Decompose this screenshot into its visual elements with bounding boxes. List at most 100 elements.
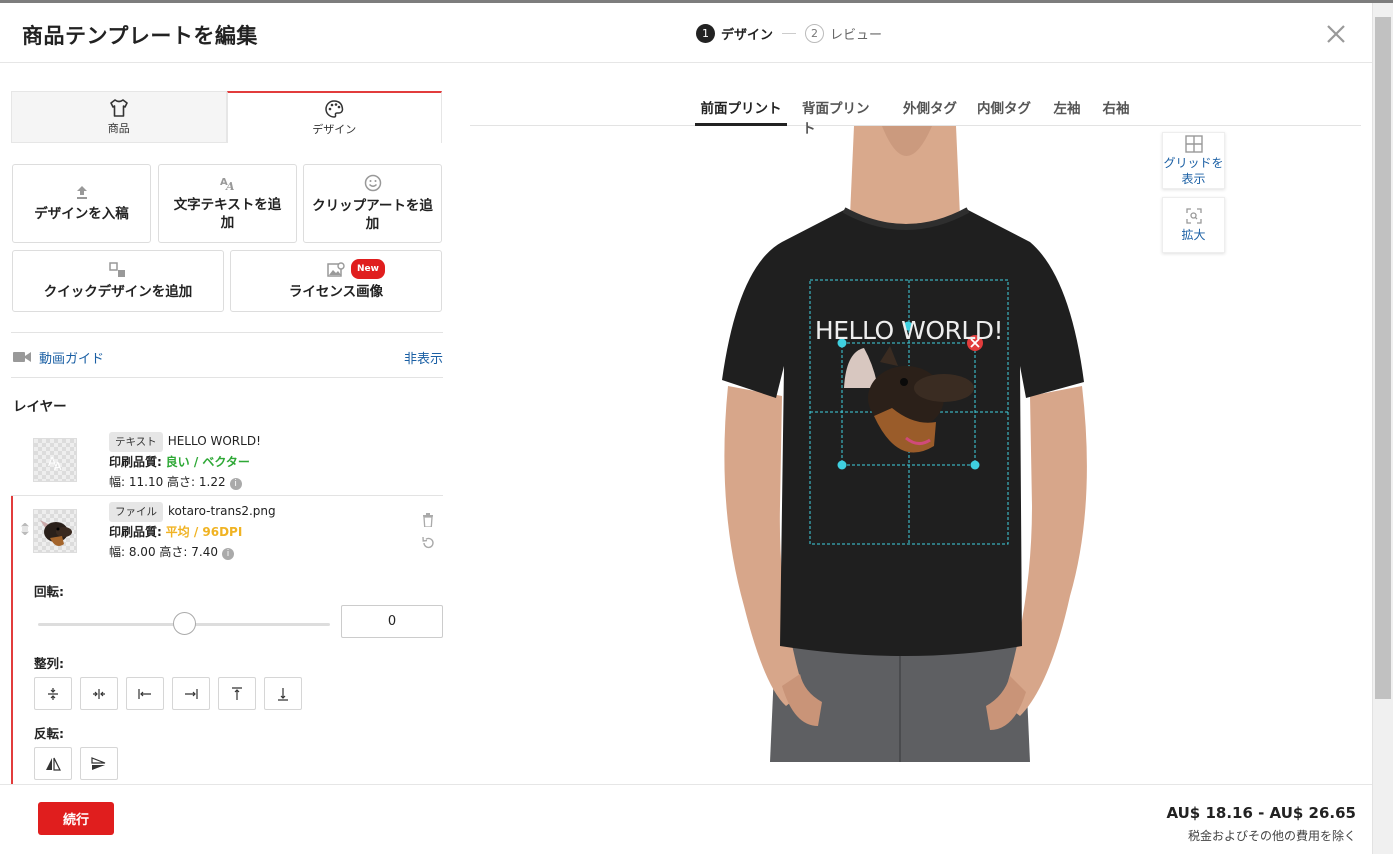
close-button[interactable] [1323,21,1349,47]
step-1-label[interactable]: デザイン [721,24,773,43]
align-horizontal-center-button[interactable] [80,677,118,710]
design-text-layer[interactable]: HELLO WORLD! [810,316,1008,345]
align-label: 整列: [34,656,64,671]
align-left-icon [138,688,151,699]
edit-template-modal: 商品テンプレートを編集 1 デザイン 2 レビュー 商品 デザイン デザインを入… [0,3,1372,857]
tab-product[interactable]: 商品 [11,91,227,143]
design-canvas[interactable]: HELLO WORLD! [694,126,1118,762]
flip-vertical-icon [91,756,106,770]
modal-footer: 続行 AU$ 18.16 - AU$ 26.65 税金およびその他の費用を除く [0,784,1372,857]
align-right-button[interactable] [172,677,210,710]
page-title: 商品テンプレートを編集 [22,24,258,48]
upload-design-label: デザインを入稿 [34,206,129,222]
show-grid-button[interactable]: グリッドを表示 [1162,132,1225,189]
grid-icon [1184,135,1203,153]
layer-item-active[interactable]: ファイル kotaro-trans2.png 印刷品質: 平均 / 96DPI 幅… [11,499,443,565]
rotation-input[interactable]: 0 [341,605,443,638]
flip-label: 反転: [34,726,64,741]
tab-product-label: 商品 [107,121,130,135]
trash-icon[interactable] [422,513,434,527]
licensed-image-button[interactable]: ライセンス画像 New [230,250,442,312]
divider [11,377,443,378]
upload-design-button[interactable]: デザインを入稿 [12,164,151,243]
video-camera-icon [13,352,31,362]
tab-back-print[interactable]: 背面プリント [802,90,882,137]
layer-thumbnail: AA [33,438,77,482]
print-quality-value: 良い / ベクター [165,455,250,469]
price-note: 税金およびその他の費用を除く [1187,829,1356,843]
hide-guide-link[interactable]: 非表示 [404,348,443,367]
tab-design[interactable]: デザイン [226,91,442,143]
upload-icon [76,186,87,199]
scrollbar-thumb[interactable] [1375,17,1391,699]
smiley-icon [364,174,381,192]
layer-item[interactable]: AA テキスト HELLO WORLD! 印刷品質: 良い / ベクター 幅: 1… [11,427,443,493]
video-guide-link[interactable]: 動画ガイド [39,348,104,367]
quick-design-button[interactable]: クイックデザインを追加 [12,250,224,312]
zoom-button[interactable]: 拡大 [1162,197,1225,253]
dog-thumbnail-image [40,520,72,546]
left-panel: 商品 デザイン デザインを入稿 AA 文字テキストを追加 クリップアートを追加 [0,63,456,785]
rotation-slider-handle[interactable] [173,612,196,635]
divider [11,332,443,333]
info-icon[interactable]: i [221,548,234,560]
info-icon[interactable]: i [229,478,242,490]
licensed-image-label: ライセンス画像 [288,283,384,300]
palette-icon [325,99,344,118]
add-clipart-button[interactable]: クリップアートを追加 [303,164,442,243]
flip-horizontal-icon [46,757,61,771]
align-right-icon [185,688,198,699]
svg-text:A: A [54,460,62,473]
layer-dimensions: 幅: 11.10 高さ: 1.22 [109,475,226,489]
zoom-icon [1185,208,1202,224]
tab-front-print[interactable]: 前面プリント [695,90,787,126]
flip-vertical-button[interactable] [80,747,118,780]
layer-type-tag: テキスト [109,432,163,452]
zoom-label: 拡大 [1181,228,1206,242]
align-top-button[interactable] [218,677,256,710]
align-vertical-center-icon [48,687,58,700]
flip-horizontal-button[interactable] [34,747,72,780]
divider [11,495,443,496]
print-quality-value: 平均 / 96DPI [165,525,243,539]
layer-type-tag: ファイル [109,502,163,522]
tab-left-sleeve[interactable]: 左袖 [1050,90,1084,126]
layers-heading: レイヤー [13,399,67,415]
price-range: AU$ 18.16 - AU$ 26.65 [1166,804,1356,822]
add-text-label: 文字テキストを追加 [173,197,282,231]
step-1-number: 1 [696,24,715,43]
reset-icon[interactable] [421,536,435,550]
align-horizontal-center-icon [93,688,105,699]
rotation-label: 回転: [34,584,64,599]
tshirt-mockup [722,126,1087,762]
image-search-icon [327,261,345,277]
align-bottom-icon [278,687,288,701]
tab-inner-tag[interactable]: 内側タグ [976,90,1032,126]
tab-design-label: デザイン [312,122,357,136]
add-text-button[interactable]: AA 文字テキストを追加 [158,164,297,243]
drag-handle-icon[interactable] [21,523,29,535]
quick-design-icon [109,261,125,277]
continue-button[interactable]: 続行 [38,802,114,835]
align-vertical-center-button[interactable] [34,677,72,710]
print-quality-label: 印刷品質: [109,455,162,469]
layer-details: テキスト HELLO WORLD! 印刷品質: 良い / ベクター 幅: 11.1… [109,431,261,492]
step-2-label[interactable]: レビュー [830,24,882,43]
align-bottom-button[interactable] [264,677,302,710]
align-buttons [34,677,302,710]
print-quality-label: 印刷品質: [109,525,162,539]
step-separator [782,33,797,34]
show-grid-label: グリッドを表示 [1163,156,1224,186]
tab-right-sleeve[interactable]: 右袖 [1099,90,1133,126]
align-left-button[interactable] [126,677,164,710]
step-indicator: 1 デザイン 2 レビュー [696,24,882,43]
modal-header: 商品テンプレートを編集 1 デザイン 2 レビュー [0,3,1372,63]
text-icon: AA [220,177,235,191]
text-layer-icon: AA [48,455,62,473]
step-2-number: 2 [805,24,825,43]
scrollbar[interactable] [1372,3,1393,854]
tab-outer-tag[interactable]: 外側タグ [902,90,958,126]
layer-dimensions: 幅: 8.00 高さ: 7.40 [109,545,218,559]
video-guide-row: 動画ガイド 非表示 [13,347,443,367]
svg-text:A: A [225,180,235,191]
